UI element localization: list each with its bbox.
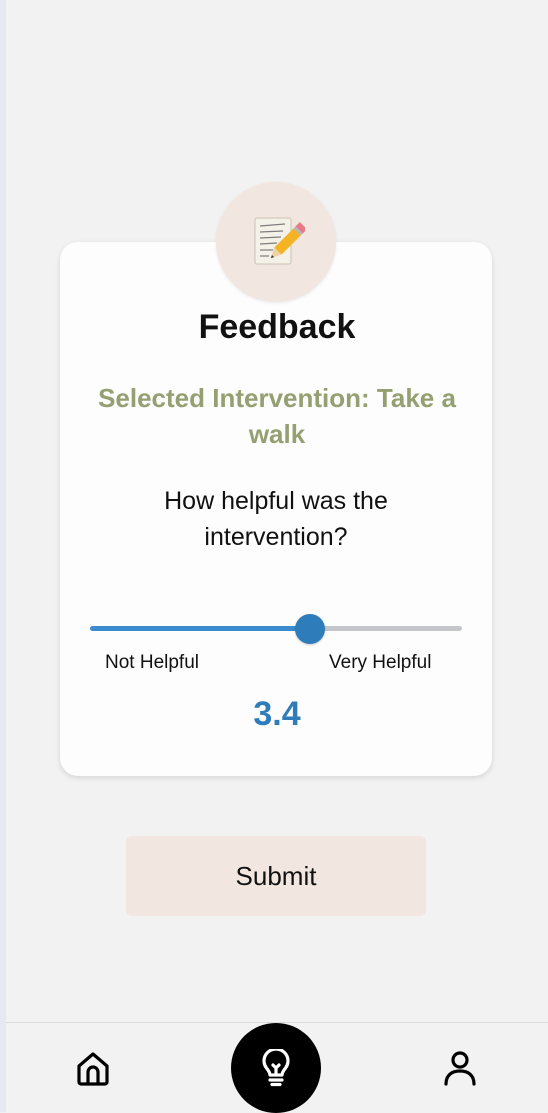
home-icon	[77, 1052, 109, 1086]
bottom-navbar	[6, 1022, 548, 1113]
slider-fill	[90, 626, 311, 631]
submit-button[interactable]: Submit	[126, 836, 426, 916]
memo-pencil-icon	[254, 217, 305, 265]
lightbulb-icon	[262, 1049, 290, 1087]
question-text: How helpful was the intervention?	[164, 487, 388, 551]
feedback-screen: Feedback Selected Intervention: Take a w…	[6, 0, 548, 1113]
slider-min-label: Not Helpful	[105, 652, 199, 673]
user-icon	[444, 1051, 476, 1086]
slider-thumb[interactable]	[295, 614, 326, 644]
slider-value: 3.4	[253, 695, 301, 733]
nav-home[interactable]	[73, 1049, 113, 1089]
page-title: Feedback	[198, 308, 356, 346]
slider-max-label: Very Helpful	[329, 652, 432, 673]
nav-interventions[interactable]	[231, 1023, 321, 1113]
helpfulness-slider[interactable]	[90, 626, 462, 631]
icon-badge	[216, 182, 336, 302]
selected-intervention-text: Selected Intervention: Take a walk	[98, 383, 456, 449]
nav-profile[interactable]	[440, 1049, 480, 1089]
